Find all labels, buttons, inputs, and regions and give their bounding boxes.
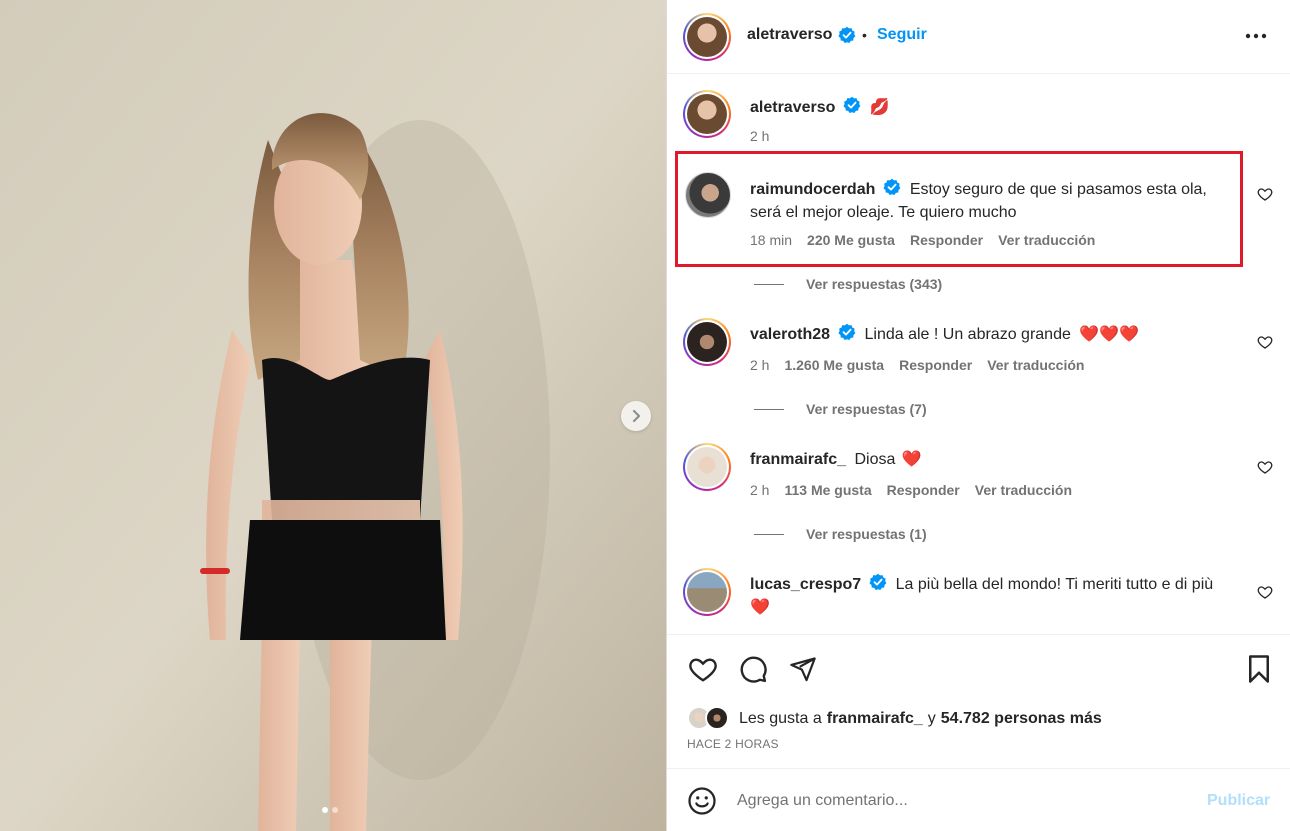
view-replies-label: Ver respuestas (343) <box>806 276 943 292</box>
comment-button[interactable] <box>737 653 769 685</box>
replies-divider <box>754 283 784 285</box>
share-button[interactable] <box>787 653 819 685</box>
comment-icon <box>740 656 767 683</box>
commenter-avatar[interactable] <box>685 172 731 218</box>
translate-button[interactable]: Ver traducción <box>987 357 1084 373</box>
verified-badge-icon <box>838 323 856 340</box>
commenter-avatar[interactable] <box>683 568 731 616</box>
caption-time[interactable]: 2 h <box>750 128 769 144</box>
likes-count[interactable]: 54.782 personas más <box>941 710 1102 728</box>
post-time[interactable]: HACE 2 HORAS <box>687 737 779 751</box>
comment-composer: Publicar <box>667 768 1290 831</box>
heart-icon <box>689 658 717 682</box>
reply-button[interactable]: Responder <box>899 357 972 373</box>
commenter-avatar[interactable] <box>683 318 731 366</box>
verified-badge-icon <box>869 573 887 590</box>
comment-meta: 2 h 1.260 Me gusta Responder Ver traducc… <box>750 357 1084 373</box>
save-button[interactable] <box>1243 653 1275 685</box>
commenter-username[interactable]: valeroth28 <box>750 326 830 343</box>
comment-text: franmairafc_ Diosa ❤️ <box>750 448 1230 471</box>
comment-time[interactable]: 2 h <box>750 482 769 498</box>
commenter-username[interactable]: raimundocerdah <box>750 181 875 198</box>
comment-time[interactable]: 2 h <box>750 357 769 373</box>
heart-emoji: ❤️ <box>901 451 922 468</box>
view-replies-label: Ver respuestas (1) <box>806 526 927 542</box>
header-separator: • <box>862 27 867 43</box>
comment-likes[interactable]: 1.260 Me gusta <box>784 357 884 373</box>
chevron-right-icon <box>632 409 641 423</box>
comment-likes[interactable]: 113 Me gusta <box>784 482 871 498</box>
caption-emoji: 💋 <box>869 99 890 116</box>
heart-emoji: ❤️❤️❤️ <box>1079 326 1140 343</box>
likes-connector: y <box>927 710 936 727</box>
caption-meta: 2 h <box>750 128 769 144</box>
translate-button[interactable]: Ver traducción <box>998 232 1095 248</box>
replies-divider <box>754 533 784 535</box>
author-avatar[interactable] <box>683 13 731 61</box>
comment-like-icon[interactable] <box>1257 334 1273 350</box>
send-icon <box>790 657 816 682</box>
comment-text: lucas_crespo7 La più bella del mondo! Ti… <box>750 573 1230 619</box>
caption-username[interactable]: aletraverso <box>750 99 835 116</box>
post-caption: aletraverso 💋 2 h <box>667 86 1290 146</box>
likes-prefix: Les gusta a <box>739 710 822 727</box>
liker-avatar[interactable] <box>705 706 729 730</box>
comment-item: franmairafc_ Diosa ❤️ 2 h 113 Me gusta R… <box>667 441 1290 542</box>
comment-meta: 18 min 220 Me gusta Responder Ver traduc… <box>750 232 1095 248</box>
carousel-dot <box>332 807 338 813</box>
commenter-username[interactable]: lucas_crespo7 <box>750 576 861 593</box>
verified-badge-icon <box>883 178 901 195</box>
commenter-username[interactable]: franmairafc_ <box>750 451 846 468</box>
view-replies-label: Ver respuestas (7) <box>806 401 927 417</box>
liker-avatars <box>687 706 735 732</box>
comment-like-icon[interactable] <box>1257 459 1273 475</box>
verified-badge-icon <box>843 96 861 113</box>
view-replies-button[interactable]: Ver respuestas (7) <box>754 401 927 417</box>
view-replies-button[interactable]: Ver respuestas (343) <box>754 276 942 292</box>
commenter-avatar[interactable] <box>683 443 731 491</box>
bookmark-icon <box>1249 655 1269 683</box>
publish-button[interactable]: Publicar <box>1207 792 1270 810</box>
comment-item: valeroth28 Linda ale ! Un abrazo grande … <box>667 316 1290 417</box>
reply-button[interactable]: Responder <box>887 482 960 498</box>
carousel-dots <box>322 807 338 813</box>
translate-button[interactable]: Ver traducción <box>975 482 1072 498</box>
comment-item: lucas_crespo7 La più bella del mondo! Ti… <box>667 566 1290 632</box>
comment-body: Linda ale ! Un abrazo grande <box>864 326 1071 343</box>
verified-badge-icon <box>838 26 856 43</box>
comment-like-icon[interactable] <box>1257 186 1273 202</box>
comment-item: raimundocerdah Estoy seguro de que si pa… <box>667 168 1290 292</box>
emoji-icon <box>688 787 716 815</box>
comment-likes[interactable]: 220 Me gusta <box>807 232 895 248</box>
comment-text: raimundocerdah Estoy seguro de que si pa… <box>750 178 1230 224</box>
reply-button[interactable]: Responder <box>910 232 983 248</box>
comment-time[interactable]: 18 min <box>750 232 792 248</box>
comment-input[interactable] <box>737 787 1187 815</box>
comment-like-icon[interactable] <box>1257 584 1273 600</box>
post-header: aletraverso • Seguir <box>667 0 1290 74</box>
caption-text: aletraverso 💋 <box>750 96 1230 119</box>
replies-divider <box>754 408 784 410</box>
author-username[interactable]: aletraverso <box>747 26 832 44</box>
comment-meta: 2 h 113 Me gusta Responder Ver traducció… <box>750 482 1072 498</box>
next-slide-button[interactable] <box>621 401 651 431</box>
caption-avatar[interactable] <box>683 90 731 138</box>
more-options-button[interactable] <box>1243 23 1269 49</box>
likes-summary: Les gusta a franmairafc_ y 54.782 person… <box>687 706 1102 732</box>
photo-scene <box>0 0 666 831</box>
emoji-button[interactable] <box>687 786 717 821</box>
more-options-icon <box>1245 33 1267 39</box>
like-button[interactable] <box>687 653 719 685</box>
liker-username[interactable]: franmairafc_ <box>827 710 923 728</box>
heart-emoji: ❤️ <box>750 599 770 616</box>
comment-body: Diosa <box>854 451 896 468</box>
follow-button[interactable]: Seguir <box>877 26 927 44</box>
comment-text: valeroth28 Linda ale ! Un abrazo grande … <box>750 323 1230 346</box>
post-photo[interactable] <box>0 0 666 831</box>
comment-body: La più bella del mondo! Ti meriti tutto … <box>895 576 1214 593</box>
carousel-dot-active <box>322 807 328 813</box>
view-replies-button[interactable]: Ver respuestas (1) <box>754 526 927 542</box>
post-side-panel: aletraverso • Seguir aletraverso 💋 2 h r… <box>666 0 1290 831</box>
